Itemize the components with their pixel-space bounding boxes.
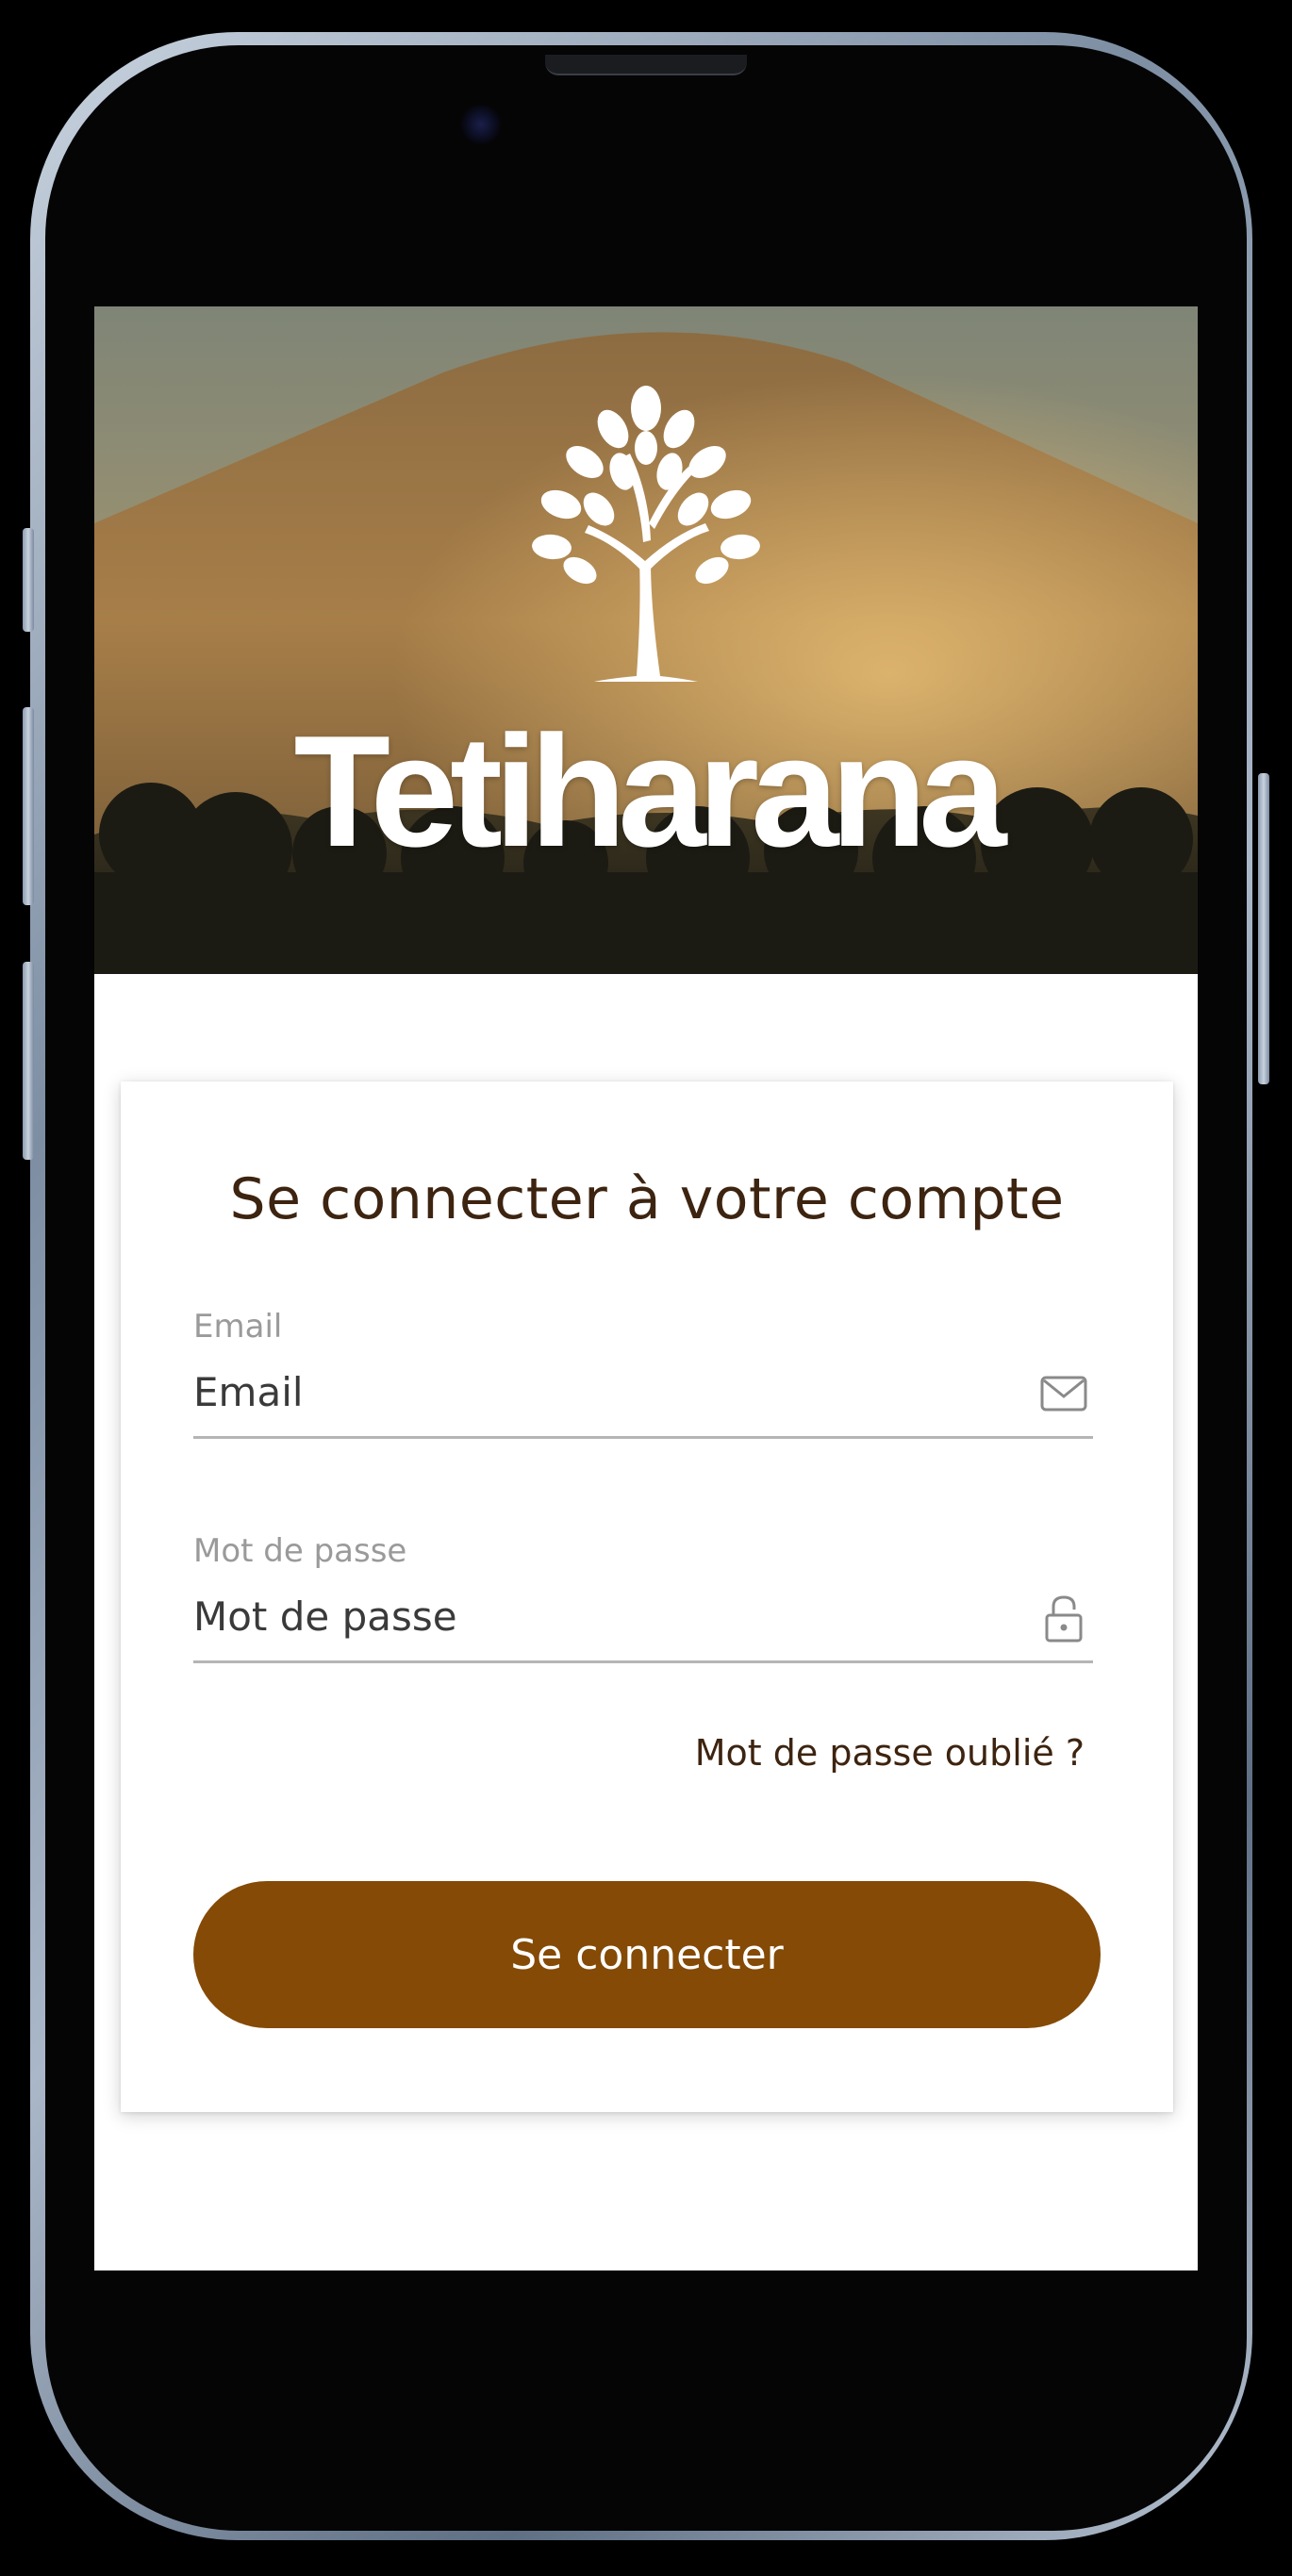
forgot-password-link[interactable]: Mot de passe oublié ? bbox=[695, 1732, 1085, 1774]
silent-switch bbox=[23, 528, 34, 632]
page-title: Se connecter à votre compte bbox=[229, 1166, 1065, 1232]
volume-down-button bbox=[23, 962, 34, 1160]
volume-up-button bbox=[23, 707, 34, 905]
password-label: Mot de passe bbox=[193, 1532, 407, 1570]
email-field[interactable] bbox=[193, 1359, 1004, 1425]
speaker-grille bbox=[545, 55, 747, 75]
envelope-icon bbox=[1040, 1376, 1087, 1412]
front-camera bbox=[460, 104, 502, 145]
password-field[interactable] bbox=[193, 1583, 1004, 1649]
login-button[interactable]: Se connecter bbox=[193, 1881, 1101, 2028]
power-button bbox=[1258, 773, 1269, 1084]
hero-banner: Tetiharana bbox=[94, 306, 1198, 974]
app-screen: Tetiharana Se connecter à votre compte E… bbox=[94, 306, 1198, 2271]
email-underline bbox=[193, 1436, 1093, 1439]
lock-icon bbox=[1045, 1595, 1083, 1643]
tree-logo-icon bbox=[532, 386, 760, 682]
brand-name: Tetiharana bbox=[293, 702, 1006, 880]
password-underline bbox=[193, 1660, 1093, 1663]
login-card: Se connecter à votre compte Email Mot de… bbox=[121, 1082, 1173, 2112]
email-label: Email bbox=[193, 1308, 283, 1346]
